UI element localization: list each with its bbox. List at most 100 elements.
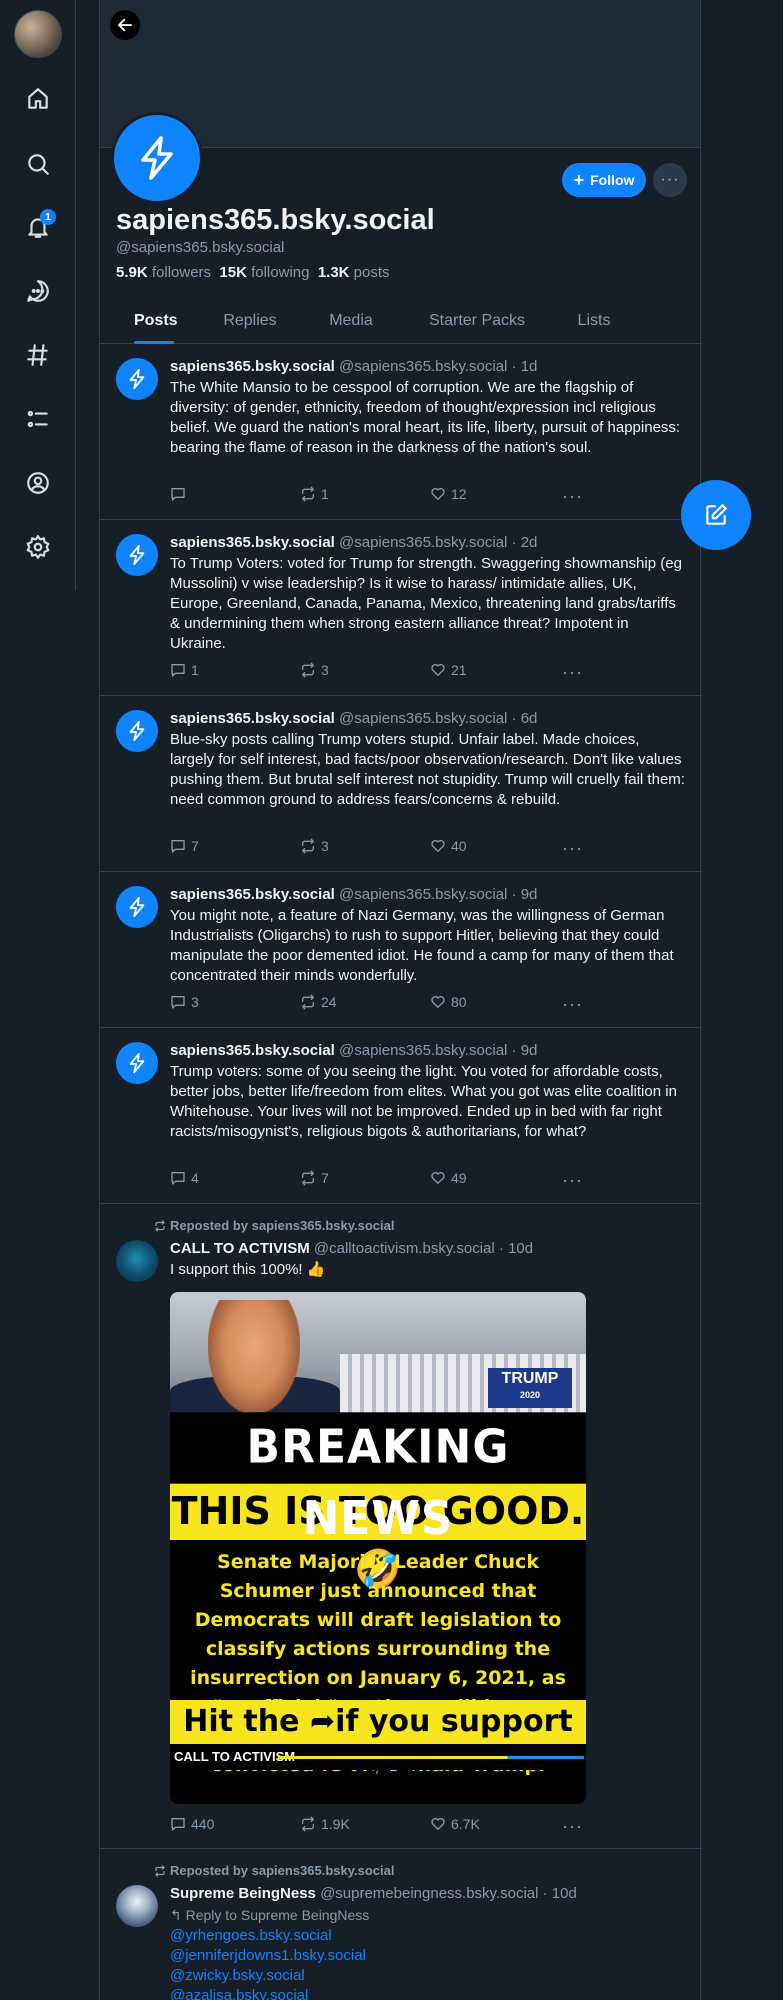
reply-button[interactable]: 4 [170,1170,199,1186]
post[interactable]: sapiens365.bsky.social @sapiens365.bsky.… [100,520,702,696]
heart-icon [431,1818,445,1830]
post-meta: @sapiens365.bsky.social · 9d [339,886,538,903]
reply-button[interactable]: 440 [170,1816,214,1832]
hashtag-icon[interactable] [22,339,54,371]
repost-icon [302,486,314,502]
repost-button[interactable]: 1 [300,486,329,502]
face [208,1300,300,1414]
gear-icon[interactable] [22,531,54,563]
post-header: sapiens365.bsky.social @sapiens365.bsky.… [170,358,686,376]
list-icon[interactable] [22,403,54,435]
profile-tabs: Posts Replies Media Starter Packs Lists [100,300,702,344]
post-avatar[interactable] [116,358,158,400]
my-avatar[interactable] [14,10,62,58]
profile-icon[interactable] [22,467,54,499]
post[interactable]: Reposted by sapiens365.bsky.social CALL … [100,1204,702,1849]
reply-icon [171,996,185,1009]
post-meta: @sapiens365.bsky.social · 9d [339,1042,538,1059]
repost-button[interactable]: 1.9K [300,1816,350,1832]
post-avatar[interactable] [116,1885,158,1927]
repost-button[interactable]: 3 [300,662,329,678]
tab-media[interactable]: Media [326,300,376,343]
like-button[interactable]: 12 [430,486,467,502]
heart-icon [431,664,445,676]
author-name[interactable]: sapiens365.bsky.social [170,358,335,375]
like-button[interactable]: 21 [430,662,467,678]
post-more-button[interactable]: ··· [562,1816,583,1837]
like-button[interactable]: 40 [430,838,467,854]
tab-replies[interactable]: Replies [220,300,280,343]
post-body: sapiens365.bsky.social @sapiens365.bsky.… [170,886,686,986]
reply-to[interactable]: ↰ Reply to Supreme BeingNess [170,1906,686,1924]
heart-icon [431,840,445,852]
post-body: CALL TO ACTIVISM @calltoactivism.bsky.so… [170,1240,686,1280]
post-more-button[interactable]: ··· [562,994,583,1015]
back-button[interactable] [110,10,140,40]
post-text: I support this 100%! 👍 [170,1261,326,1278]
lightning-icon [129,368,145,390]
post[interactable]: sapiens365.bsky.social @sapiens365.bsky.… [100,344,702,520]
like-button[interactable]: 80 [430,994,467,1010]
post-body: sapiens365.bsky.social @sapiens365.bsky.… [170,710,686,810]
post[interactable]: sapiens365.bsky.social @sapiens365.bsky.… [100,1028,702,1204]
post[interactable]: sapiens365.bsky.social @sapiens365.bsky.… [100,872,702,1028]
author-name[interactable]: CALL TO ACTIVISM [170,1240,310,1257]
tab-lists[interactable]: Lists [574,300,614,343]
mentions: @yrhengoes.bsky.social @jenniferjdowns1.… [170,1926,686,2000]
like-button[interactable]: 49 [430,1170,467,1186]
reply-button[interactable]: 3 [170,994,199,1010]
post-more-button[interactable]: ··· [562,838,583,859]
post-more-button[interactable]: ··· [562,662,583,683]
reply-button[interactable]: 1 [170,662,199,678]
reply-button[interactable] [170,486,191,502]
heart-icon [431,488,445,500]
author-name[interactable]: Supreme BeingNess [170,1885,316,1902]
post[interactable]: Reposted by sapiens365.bsky.social Supre… [100,1849,702,2000]
repost-button[interactable]: 7 [300,1170,329,1186]
post-avatar[interactable] [116,710,158,752]
reply-icon [171,840,185,853]
repost-button[interactable]: 3 [300,838,329,854]
like-button[interactable]: 6.7K [430,1816,480,1832]
mention-link[interactable]: @yrhengoes.bsky.social [170,1926,686,1946]
post-avatar[interactable] [116,1042,158,1084]
left-nav: 1 [0,0,76,590]
search-icon[interactable] [22,148,54,180]
post-meta: @sapiens365.bsky.social · 6d [339,710,538,727]
author-name[interactable]: sapiens365.bsky.social [170,534,335,551]
bell-icon[interactable]: 1 [22,209,56,243]
author-name[interactable]: sapiens365.bsky.social [170,710,335,727]
repost-button[interactable]: 24 [300,994,337,1010]
post-text: Blue-sky posts calling Trump voters stup… [170,731,685,808]
tab-starter-packs[interactable]: Starter Packs [424,300,530,343]
repost-icon [155,1219,165,1232]
mention-link[interactable]: @jenniferjdowns1.bsky.social [170,1946,686,1966]
image-footer: CALL TO ACTIVISM [170,1744,586,1770]
follow-button[interactable]: + Follow [562,163,646,197]
author-name[interactable]: sapiens365.bsky.social [170,1042,335,1059]
post-image[interactable]: TRUMP2020 BREAKING NEWS THIS IS TOO GOOD… [170,1292,586,1804]
mention-link[interactable]: @azalisa.bsky.social [170,1986,686,2000]
tab-posts[interactable]: Posts [134,300,178,344]
post-more-button[interactable]: ··· [562,1170,583,1191]
profile-more-button[interactable]: ··· [653,163,687,197]
mention-link[interactable]: @zwicky.bsky.social [170,1966,686,1986]
home-icon[interactable] [22,83,54,115]
reply-icon [171,664,185,677]
post-avatar[interactable] [116,534,158,576]
reply-button[interactable]: 7 [170,838,199,854]
post[interactable]: sapiens365.bsky.social @sapiens365.bsky.… [100,696,702,872]
notification-badge: 1 [40,209,56,225]
post-avatar[interactable] [116,886,158,928]
following-stat[interactable]: 15K following [219,264,309,281]
image-body: Senate Majority Leader Chuck Schumer jus… [170,1540,586,1776]
compose-button[interactable] [681,480,751,550]
profile-avatar[interactable] [111,112,203,204]
profile-display-name: sapiens365.bsky.social [116,204,435,236]
author-name[interactable]: sapiens365.bsky.social [170,886,335,903]
post-more-button[interactable]: ··· [562,486,583,507]
followers-stat[interactable]: 5.9K followers [116,264,211,281]
post-header: sapiens365.bsky.social @sapiens365.bsky.… [170,886,686,904]
chat-icon[interactable] [22,275,54,307]
post-avatar[interactable] [116,1240,158,1282]
